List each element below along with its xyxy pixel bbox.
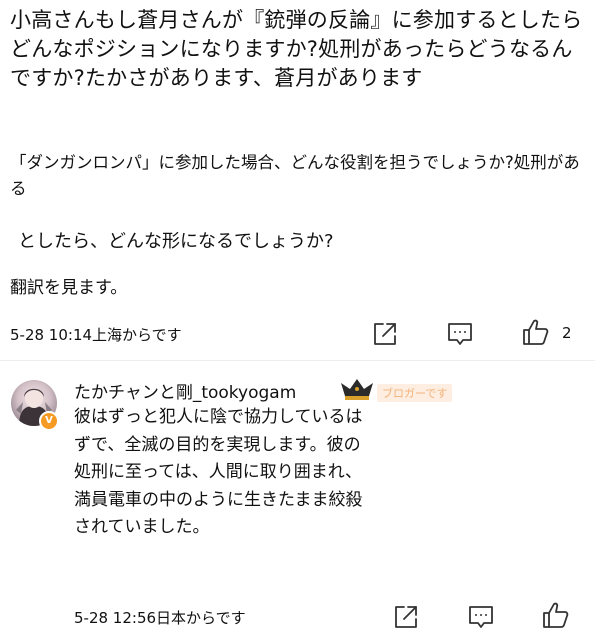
see-translation-link[interactable]: 翻訳を見ます。 <box>10 275 127 301</box>
like-count: 2 <box>562 324 572 342</box>
share-icon[interactable] <box>370 319 400 349</box>
verified-badge: V <box>39 411 59 431</box>
thumbs-up-icon[interactable] <box>540 600 570 630</box>
comment-icon[interactable] <box>445 319 475 349</box>
comment-question-text: 小高さんもし蒼月さんが『銃弾の反論』に参加するとしたらどんなポジションになります… <box>10 8 583 90</box>
crown-icon <box>337 376 377 402</box>
share-icon[interactable] <box>391 602 421 632</box>
machine-translation-text: 「ダンガンロンパ」に参加した場合、どんな役割を担うでしょうか?処刑がある <box>10 153 580 198</box>
reply-timestamp: 5-28 12:56日本からです <box>74 609 246 627</box>
machine-translation-text-continued: としたら、どんな形になるでしょうか? <box>18 231 334 252</box>
reply-username[interactable]: たかチャンと剛_tookyogam <box>74 380 296 406</box>
thumbs-up-icon[interactable] <box>520 317 550 347</box>
comment-divider <box>0 360 595 361</box>
comment-timestamp: 5-28 10:14上海からです <box>10 326 182 344</box>
blogger-badge: ブロガーです <box>377 384 453 402</box>
comment-icon[interactable] <box>466 602 496 632</box>
reply-text: 彼はずっと犯人に陰で協力しているはずで、全滅の目的を実現します。彼の処刑に至って… <box>74 407 363 537</box>
